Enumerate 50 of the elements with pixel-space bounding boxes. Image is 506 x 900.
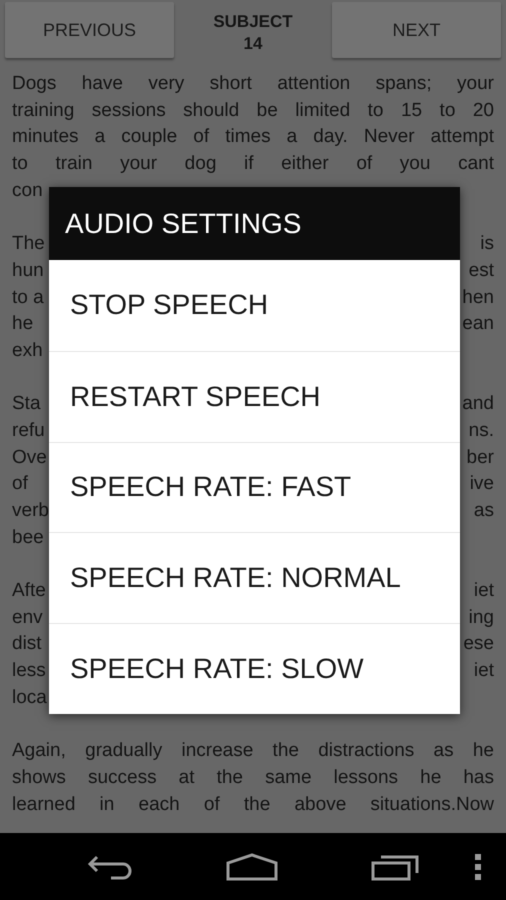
subject-number: 14 <box>244 33 262 55</box>
body-text-fragment: est <box>468 258 494 283</box>
body-text-fragment: Sta <box>12 392 41 416</box>
body-text-fragment: Ove <box>12 446 47 470</box>
body-text-fragment: iet <box>474 659 494 684</box>
body-text-fragment: verb <box>12 499 49 523</box>
body-text-fragment: ese <box>463 632 494 656</box>
body-text-fragment: loca <box>12 686 47 710</box>
body-text-fragment: refu <box>12 418 45 443</box>
body-text-fragment: as <box>474 499 494 523</box>
menu-item[interactable]: SPEECH RATE: NORMAL <box>49 532 460 624</box>
body-text-fragment: env <box>12 606 43 630</box>
home-icon[interactable] <box>226 852 278 880</box>
body-text-fragment: less <box>12 659 46 684</box>
body-text-fragment: The <box>12 232 45 256</box>
body-text-fragment: bee <box>12 526 44 550</box>
body-text-fragment: ean <box>462 312 494 336</box>
menu-item[interactable]: STOP SPEECH <box>49 260 460 351</box>
body-text-line: Again, gradually increase the distractions as he <box>12 739 494 764</box>
body-text-line: to train your dog if either of you cant <box>12 152 494 176</box>
body-text-line: shows success at the same lessons he has <box>12 766 494 790</box>
body-text-line: minutes a couple of times a day. Never attempt <box>12 125 494 150</box>
next-button[interactable]: NEXT <box>332 2 501 58</box>
body-text-fragment: he <box>12 312 34 336</box>
overflow-menu-icon[interactable] <box>474 854 482 880</box>
body-text-fragment: dist <box>12 632 42 656</box>
body-text-fragment: ing <box>468 606 494 630</box>
recent-apps-icon[interactable] <box>371 852 420 880</box>
body-text-fragment: hen <box>462 286 494 310</box>
body-text-line: training sessions should be limited to 15 to 20 <box>12 98 494 123</box>
body-text-line: Dogs have very short attention spans; your <box>12 72 494 96</box>
body-text-fragment: iet <box>474 579 494 604</box>
body-text-line: learned in each of the above situations.Now <box>12 792 494 817</box>
body-text-fragment: ive <box>470 472 494 496</box>
body-text-fragment: hun <box>12 258 44 283</box>
body-text-fragment: exh <box>12 338 43 363</box>
menu-item[interactable]: SPEECH RATE: FAST <box>49 442 460 532</box>
body-text-fragment: to a <box>12 286 44 310</box>
body-text-fragment: ns. <box>468 418 494 443</box>
menu-item[interactable]: SPEECH RATE: SLOW <box>49 623 460 714</box>
body-text-fragment: con <box>12 178 43 203</box>
menu-item[interactable]: RESTART SPEECH <box>49 350 460 442</box>
body-text-fragment: of <box>12 472 28 496</box>
body-text-fragment: and <box>462 392 494 416</box>
body-text-fragment: Afte <box>12 579 46 604</box>
subject-title: SUBJECT <box>213 11 293 33</box>
body-text-fragment: is <box>480 232 494 256</box>
body-text-fragment: ber <box>466 446 494 470</box>
dialog-title: AUDIO SETTINGS <box>65 206 302 240</box>
previous-button[interactable]: PREVIOUS <box>5 2 174 58</box>
